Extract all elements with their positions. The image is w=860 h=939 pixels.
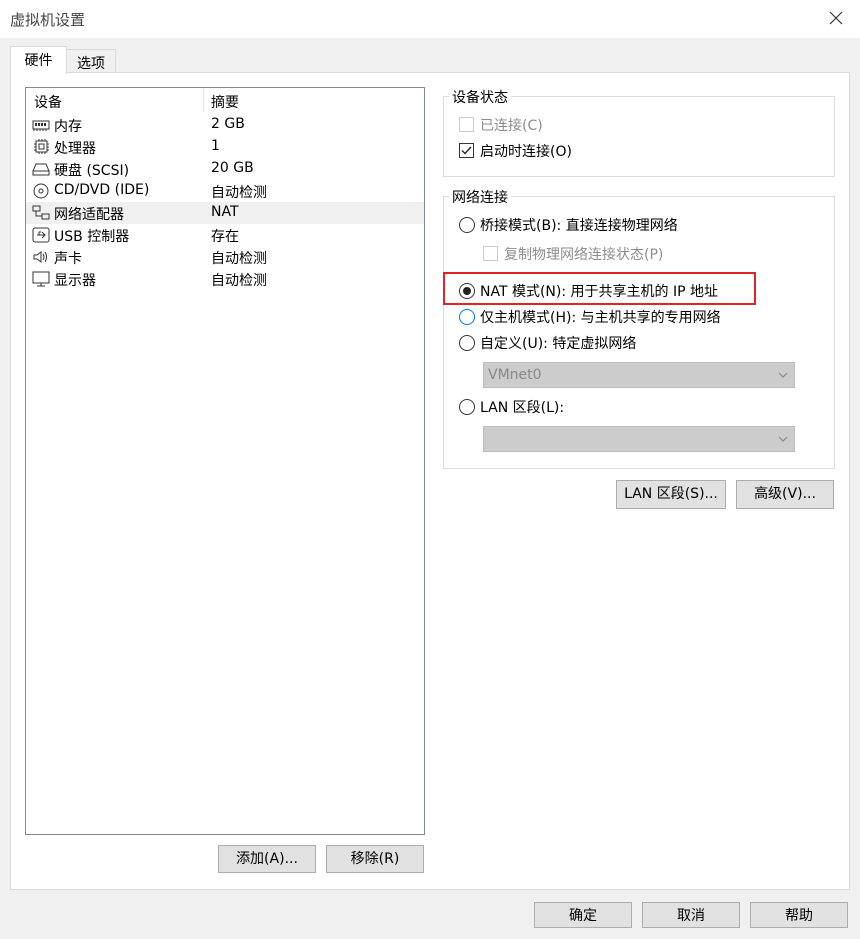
bridged-radio[interactable] [459,217,475,233]
device-row-network-adapter[interactable]: 网络适配器 NAT [26,202,424,224]
help-button[interactable]: 帮助 [750,902,848,928]
device-list-header: 设备 摘要 [26,88,424,112]
monitor-icon [32,271,50,287]
custom-label[interactable]: 自定义(U): 特定虚拟网络 [480,333,636,353]
tab-options[interactable]: 选项 [66,49,116,73]
advanced-button[interactable]: 高级(V)... [736,480,834,509]
device-name: 声卡 [54,251,82,267]
column-separator[interactable] [203,88,204,112]
device-row-processor[interactable]: 处理器 1 [26,136,424,158]
nat-highlight-box [443,272,756,305]
chevron-down-icon [778,436,788,442]
device-name: CD/DVD (IDE) [54,182,150,198]
replicate-state-checkbox[interactable] [483,246,498,261]
bridged-label[interactable]: 桥接模式(B): 直接连接物理网络 [480,215,678,235]
remove-device-button[interactable]: 移除(R) [326,845,424,873]
device-summary: 自动检测 [211,273,267,289]
device-status-title: 设备状态 [449,87,511,107]
custom-radio[interactable] [459,335,475,351]
device-row-hard-disk[interactable]: 硬盘 (SCSI) 20 GB [26,158,424,180]
host-only-label[interactable]: 仅主机模式(H): 与主机共享的专用网络 [480,307,721,327]
device-summary: 自动检测 [211,185,267,201]
connected-label[interactable]: 已连接(C) [480,115,543,135]
device-name: USB 控制器 [54,229,130,245]
network-connection-title: 网络连接 [449,187,511,207]
window-title: 虚拟机设置 [10,11,86,29]
cancel-button[interactable]: 取消 [642,902,740,928]
lan-segments-button[interactable]: LAN 区段(S)... [616,480,726,509]
connect-at-power-on-checkbox[interactable] [459,143,474,158]
memory-icon [32,120,50,131]
device-row-sound-card[interactable]: 声卡 自动检测 [26,246,424,268]
add-device-button[interactable]: 添加(A)... [218,845,316,873]
network-adapter-icon [32,205,50,220]
close-icon [829,11,843,25]
column-header-device[interactable]: 设备 [34,92,62,112]
replicate-state-label[interactable]: 复制物理网络连接状态(P) [504,244,663,264]
device-name: 网络适配器 [54,207,124,223]
device-name: 处理器 [54,141,96,157]
device-row-usb-controller[interactable]: USB 控制器 存在 [26,224,424,246]
checkmark-icon [461,146,472,155]
device-list[interactable]: 设备 摘要 内存 2 GB 处理器 1 硬盘 (SCSI) 20 GB CD/D… [25,87,425,835]
device-name: 显示器 [54,273,96,289]
lan-segment-label[interactable]: LAN 区段(L): [480,397,564,417]
device-name: 内存 [54,119,82,135]
column-header-summary[interactable]: 摘要 [211,92,239,112]
custom-network-value: VMnet0 [488,367,542,383]
cd-dvd-icon [33,183,49,199]
device-row-cd-dvd[interactable]: CD/DVD (IDE) 自动检测 [26,180,424,202]
custom-network-select[interactable]: VMnet0 [483,362,795,388]
lan-segment-select[interactable] [483,426,795,452]
speaker-icon [33,251,47,263]
device-row-display[interactable]: 显示器 自动检测 [26,268,424,290]
chevron-down-icon [778,372,788,378]
tab-options-label: 选项 [77,56,105,72]
connected-checkbox[interactable] [459,117,474,132]
host-only-radio[interactable] [459,309,475,325]
ok-button[interactable]: 确定 [534,902,632,928]
hard-disk-icon [32,163,50,176]
title-bar: 虚拟机设置 [0,0,860,38]
device-summary: 自动检测 [211,251,267,267]
device-summary: 2 GB [211,116,245,132]
device-summary: 存在 [211,229,239,245]
tab-hardware[interactable]: 硬件 [10,46,67,74]
device-status-group [443,96,835,177]
tab-hardware-label: 硬件 [24,53,53,69]
lan-segment-radio[interactable] [459,399,475,415]
usb-icon [32,227,50,243]
device-name: 硬盘 (SCSI) [54,163,130,179]
close-button[interactable] [814,0,860,38]
device-summary: 20 GB [211,160,254,176]
device-summary: 1 [211,138,220,154]
device-summary: NAT [211,204,239,220]
device-row-memory[interactable]: 内存 2 GB [26,114,424,136]
connect-at-power-on-label[interactable]: 启动时连接(O) [480,141,572,161]
cpu-icon [34,139,49,154]
